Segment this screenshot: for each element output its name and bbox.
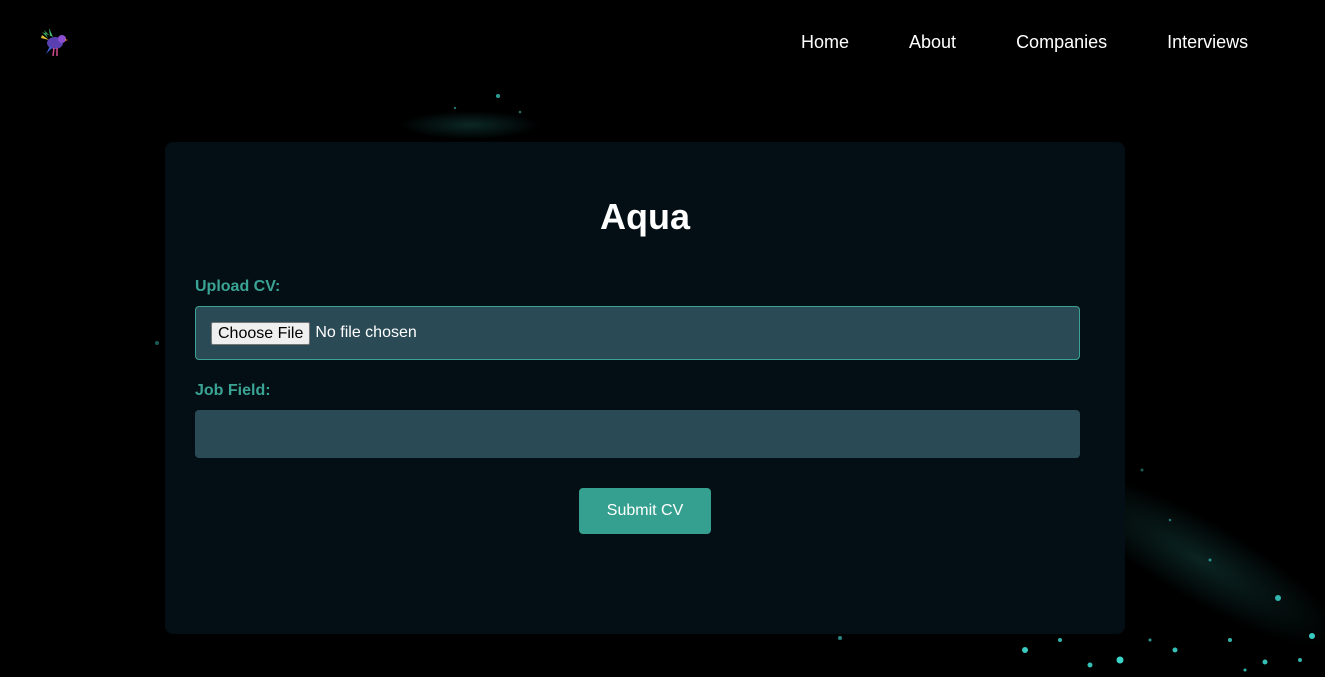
page: Home About Companies Interviews Aqua Upl…	[0, 0, 1325, 677]
job-field-label: Job Field:	[195, 382, 271, 399]
nav-interviews[interactable]: Interviews	[1167, 31, 1248, 53]
job-field-input[interactable]	[195, 410, 1080, 458]
main-nav: Home About Companies Interviews	[801, 31, 1248, 53]
choose-file-button[interactable]: Choose File	[211, 321, 311, 345]
cv-upload-card: Aqua Upload CV: Choose File No file chos…	[165, 142, 1125, 634]
nav-companies[interactable]: Companies	[1016, 31, 1107, 53]
file-upload-field[interactable]: Choose File No file chosen	[195, 306, 1080, 360]
submit-cv-button[interactable]: Submit CV	[579, 488, 711, 534]
nav-home[interactable]: Home	[801, 31, 849, 53]
nav-about[interactable]: About	[909, 31, 956, 53]
page-title: Aqua	[600, 196, 690, 237]
upload-cv-label: Upload CV:	[195, 278, 281, 295]
bird-logo-icon[interactable]	[38, 26, 68, 58]
file-status-text: No file chosen	[315, 324, 417, 341]
